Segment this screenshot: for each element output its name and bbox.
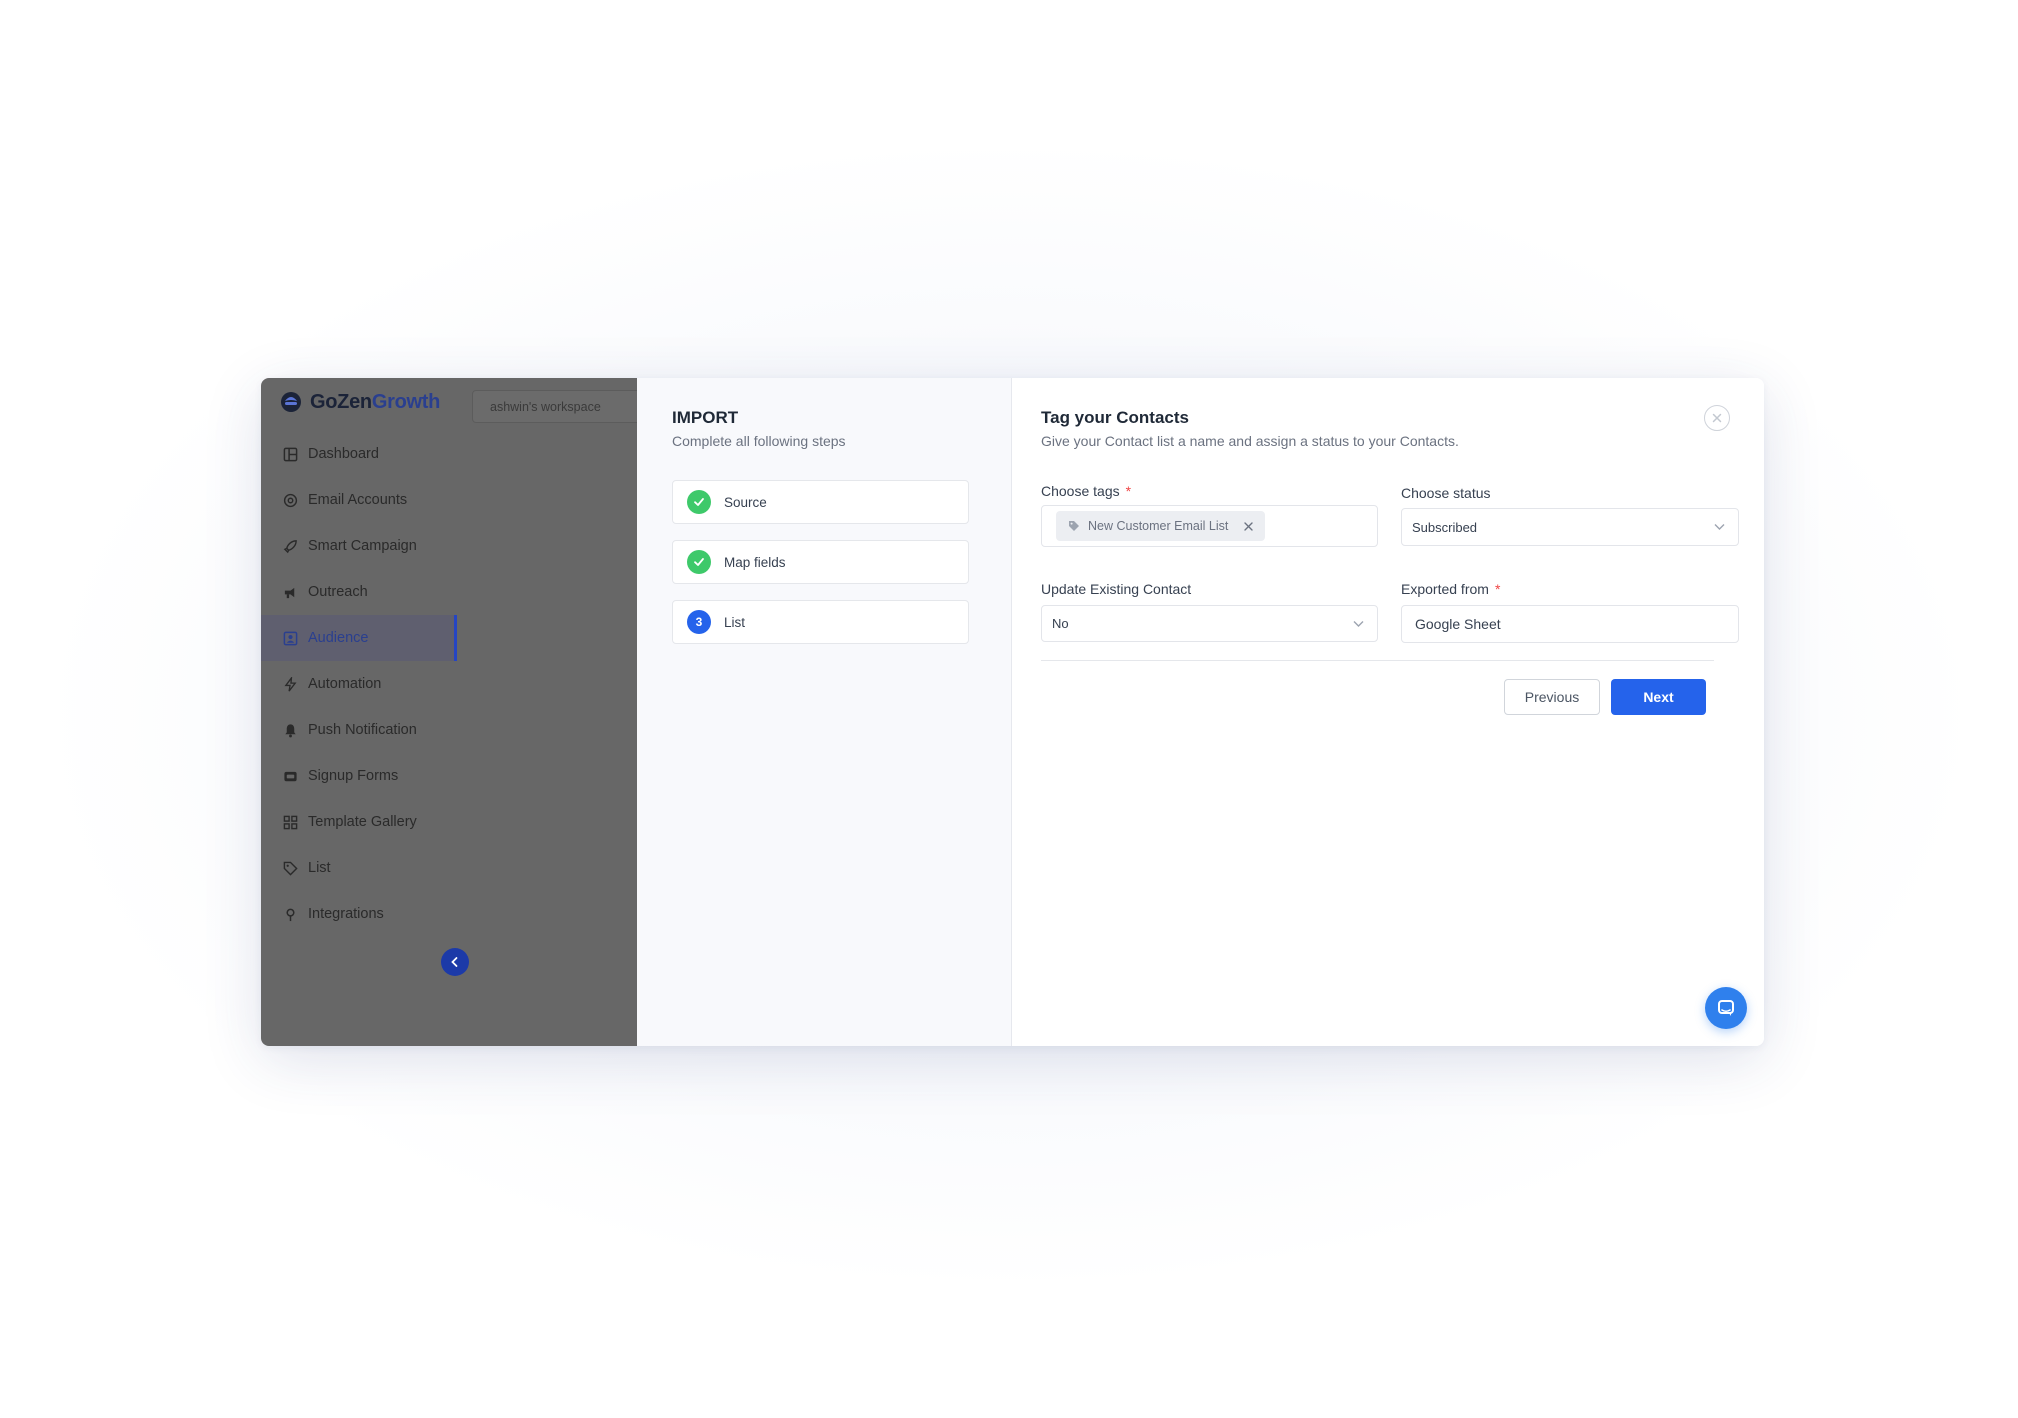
status-select[interactable]: Subscribed bbox=[1401, 508, 1739, 546]
step-map-fields[interactable]: Map fields bbox=[672, 540, 969, 584]
brand-name: GoZenGrowth bbox=[310, 391, 440, 414]
chevron-down-icon bbox=[1353, 620, 1364, 627]
choose-tags-label: Choose tags * bbox=[1041, 483, 1131, 499]
logo-icon bbox=[281, 392, 301, 412]
sidebar-item-label: Dashboard bbox=[308, 446, 379, 462]
step-list[interactable]: 3 List bbox=[672, 600, 969, 644]
at-sign-icon bbox=[282, 492, 298, 508]
megaphone-icon bbox=[282, 584, 298, 600]
rocket-icon bbox=[282, 538, 298, 554]
tag-icon bbox=[282, 860, 298, 876]
form-subtitle: Give your Contact list a name and assign… bbox=[1041, 433, 1459, 449]
collapse-sidebar-button[interactable] bbox=[441, 948, 469, 976]
exported-from-text: Exported from bbox=[1401, 581, 1489, 597]
choose-status-label: Choose status bbox=[1401, 485, 1491, 501]
sidebar-item-outreach[interactable]: Outreach bbox=[261, 569, 457, 615]
required-mark: * bbox=[1494, 581, 1501, 597]
sidebar-item-label: List bbox=[308, 860, 331, 876]
step-label: List bbox=[724, 614, 746, 630]
status-select-value: Subscribed bbox=[1412, 519, 1478, 535]
sidebar-item-label: Automation bbox=[308, 676, 382, 692]
sidebar-item-smart-campaign[interactable]: Smart Campaign bbox=[261, 523, 457, 569]
exported-from-value: Google Sheet bbox=[1415, 616, 1501, 632]
tags-input[interactable]: New Customer Email List bbox=[1041, 505, 1378, 547]
lightning-icon bbox=[282, 676, 298, 692]
sidebar: GoZenGrowth Dashboard Email Accounts Sma… bbox=[261, 378, 458, 1046]
sidebar-item-template-gallery[interactable]: Template Gallery bbox=[261, 799, 457, 845]
workspace-selector[interactable]: ashwin's workspace bbox=[472, 390, 647, 423]
chevron-left-icon bbox=[451, 957, 458, 967]
update-existing-label: Update Existing Contact bbox=[1041, 581, 1192, 597]
form-title: Tag your Contacts bbox=[1041, 408, 1189, 427]
close-button[interactable] bbox=[1704, 405, 1730, 431]
form-icon bbox=[282, 768, 298, 784]
contacts-icon bbox=[282, 630, 298, 646]
sidebar-item-label: Outreach bbox=[308, 584, 368, 600]
step-number-badge: 3 bbox=[687, 610, 711, 634]
import-steps-panel: IMPORT Complete all following steps Sour… bbox=[637, 378, 1012, 1046]
sidebar-item-label: Smart Campaign bbox=[308, 538, 417, 554]
sidebar-item-integrations[interactable]: Integrations bbox=[261, 891, 457, 937]
brand-logo[interactable]: GoZenGrowth bbox=[279, 390, 440, 414]
sidebar-item-push-notification[interactable]: Push Notification bbox=[261, 707, 457, 753]
sidebar-item-automation[interactable]: Automation bbox=[261, 661, 457, 707]
import-subtitle: Complete all following steps bbox=[672, 433, 846, 449]
close-icon bbox=[1712, 413, 1722, 423]
step-label: Map fields bbox=[724, 554, 786, 570]
update-existing-select[interactable]: No bbox=[1041, 605, 1378, 642]
sidebar-item-audience[interactable]: Audience bbox=[261, 615, 457, 661]
sidebar-item-signup-forms[interactable]: Signup Forms bbox=[261, 753, 457, 799]
sidebar-item-label: Audience bbox=[308, 630, 369, 646]
required-mark: * bbox=[1125, 483, 1132, 499]
previous-button[interactable]: Previous bbox=[1504, 679, 1600, 715]
chat-icon bbox=[1718, 1000, 1734, 1016]
check-icon bbox=[687, 550, 711, 574]
sidebar-item-dashboard[interactable]: Dashboard bbox=[261, 431, 457, 477]
chevron-down-icon bbox=[1714, 524, 1725, 530]
dashboard-icon bbox=[282, 446, 298, 462]
grid-icon bbox=[282, 814, 298, 830]
choose-tags-text: Choose tags bbox=[1041, 483, 1120, 499]
tag-contacts-form: Tag your Contacts Give your Contact list… bbox=[1012, 378, 1764, 1046]
sidebar-item-label: Signup Forms bbox=[308, 768, 399, 784]
exported-from-label: Exported from * bbox=[1401, 581, 1500, 597]
sidebar-item-label: Template Gallery bbox=[308, 814, 417, 830]
workspace-panel: ashwin's workspace bbox=[457, 378, 647, 1046]
tag-chip-label: New Customer Email List bbox=[1088, 519, 1229, 533]
sidebar-item-label: Email Accounts bbox=[308, 492, 408, 508]
sidebar-item-list[interactable]: List bbox=[261, 845, 457, 891]
plug-icon bbox=[282, 906, 298, 922]
sidebar-item-label: Push Notification bbox=[308, 722, 417, 738]
step-source[interactable]: Source bbox=[672, 480, 969, 524]
next-button[interactable]: Next bbox=[1611, 679, 1706, 715]
app-window: GoZenGrowth Dashboard Email Accounts Sma… bbox=[261, 378, 1764, 1046]
sidebar-item-label: Integrations bbox=[308, 906, 384, 922]
bell-icon bbox=[282, 722, 298, 738]
exported-from-input[interactable]: Google Sheet bbox=[1401, 605, 1739, 643]
step-label: Source bbox=[724, 494, 767, 510]
brand-name-part1: GoZen bbox=[310, 390, 372, 413]
tag-chip: New Customer Email List bbox=[1056, 511, 1266, 541]
update-existing-value: No bbox=[1052, 616, 1069, 631]
sidebar-nav: Dashboard Email Accounts Smart Campaign … bbox=[261, 431, 457, 937]
sidebar-item-email-accounts[interactable]: Email Accounts bbox=[261, 477, 457, 523]
tag-icon bbox=[1069, 521, 1079, 531]
import-title: IMPORT bbox=[672, 408, 739, 427]
remove-tag-icon[interactable] bbox=[1244, 521, 1254, 531]
check-icon bbox=[687, 490, 711, 514]
brand-name-part2: Growth bbox=[371, 390, 441, 413]
chat-widget-button[interactable] bbox=[1705, 987, 1747, 1029]
form-divider bbox=[1041, 660, 1714, 661]
